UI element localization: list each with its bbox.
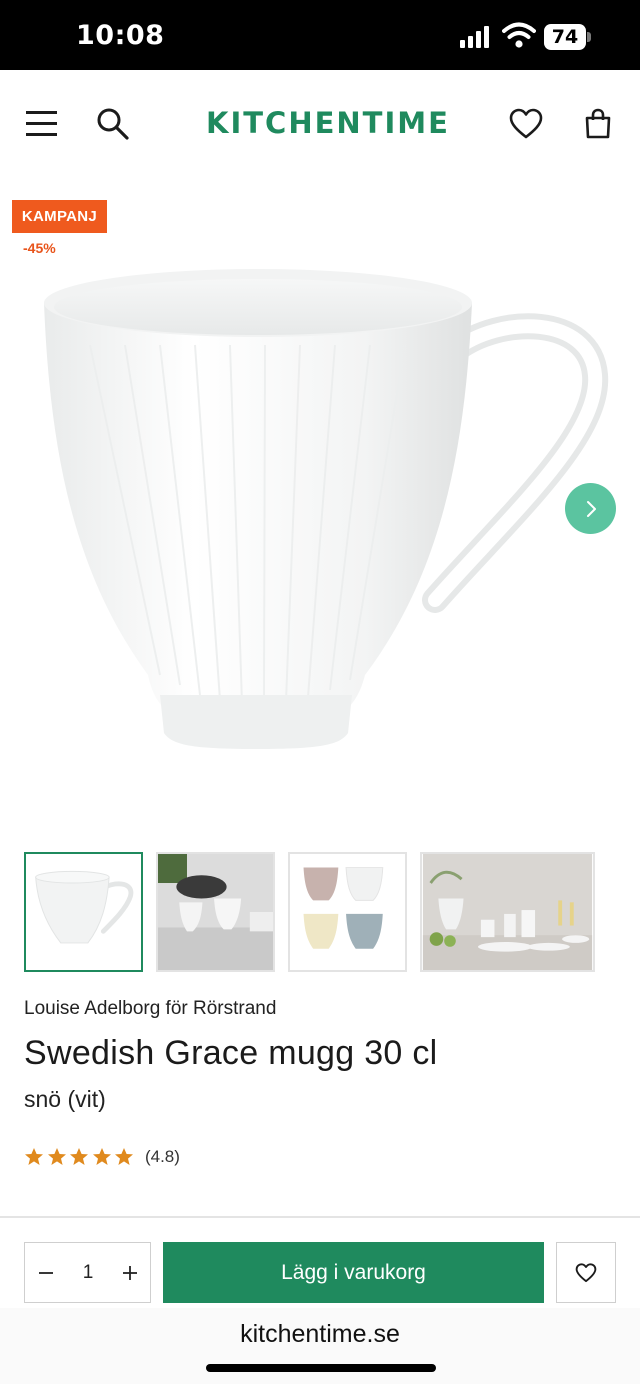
shopping-bag-icon — [585, 108, 611, 139]
campaign-badge: KAMPANJ — [12, 200, 107, 233]
status-bar: 10:08 74 — [0, 0, 640, 70]
mug-thumbnail-image — [26, 854, 141, 970]
star-icon — [70, 1148, 89, 1165]
add-to-wishlist-button[interactable] — [556, 1242, 616, 1303]
thumbnail-1[interactable] — [24, 852, 143, 972]
search-button[interactable] — [93, 104, 133, 144]
thumbnail-3[interactable] — [288, 852, 407, 972]
increase-quantity-button[interactable] — [109, 1243, 151, 1302]
heart-icon — [509, 108, 543, 139]
discount-label: -45% — [23, 240, 56, 256]
decrease-quantity-button[interactable] — [25, 1243, 67, 1302]
plus-icon — [123, 1265, 137, 1280]
star-icon — [115, 1148, 134, 1165]
quantity-stepper: 1 — [24, 1242, 151, 1303]
cart-button[interactable] — [578, 104, 618, 144]
heart-icon — [575, 1262, 597, 1282]
add-to-cart-button[interactable]: Lägg i varukorg — [163, 1242, 544, 1303]
star-icon — [25, 1148, 43, 1165]
table-setting-thumbnail-image — [422, 854, 593, 970]
browser-bar: kitchentime.se — [0, 1308, 640, 1384]
url-field[interactable]: kitchentime.se — [0, 1320, 640, 1349]
next-image-button[interactable] — [565, 483, 616, 534]
thumbnail-4[interactable] — [420, 852, 595, 972]
home-indicator[interactable] — [206, 1364, 436, 1372]
product-image[interactable] — [30, 255, 610, 775]
product-brand[interactable]: Louise Adelborg för Rörstrand — [24, 998, 276, 1020]
product-variant: snö (vit) — [24, 1086, 106, 1112]
battery-level: 74 — [544, 24, 586, 50]
lifestyle-thumbnail-image — [158, 854, 273, 970]
star-icon — [92, 1148, 111, 1165]
thumbnail-2[interactable] — [156, 852, 275, 972]
product-title: Swedish Grace mugg 30 cl — [24, 1034, 438, 1072]
rating-value: (4.8) — [144, 1147, 180, 1166]
status-time: 10:08 — [76, 20, 165, 51]
menu-icon — [26, 111, 57, 136]
wishlist-button[interactable] — [506, 104, 546, 144]
product-rating[interactable]: (4.8) — [24, 1146, 180, 1168]
battery-icon: 74 — [544, 24, 591, 50]
colors-thumbnail-image — [290, 854, 405, 970]
thumbnail-strip — [24, 852, 604, 972]
cellular-signal-icon — [460, 26, 489, 48]
site-header: KITCHENTIME — [0, 70, 640, 176]
site-logo[interactable]: KITCHENTIME — [206, 106, 448, 140]
menu-button[interactable] — [22, 104, 62, 144]
divider — [0, 1216, 640, 1218]
star-icon — [47, 1148, 66, 1165]
wifi-icon — [502, 22, 536, 48]
minus-icon — [39, 1271, 53, 1274]
search-icon — [97, 108, 129, 140]
quantity-value[interactable]: 1 — [67, 1243, 109, 1302]
chevron-right-icon — [586, 500, 596, 517]
